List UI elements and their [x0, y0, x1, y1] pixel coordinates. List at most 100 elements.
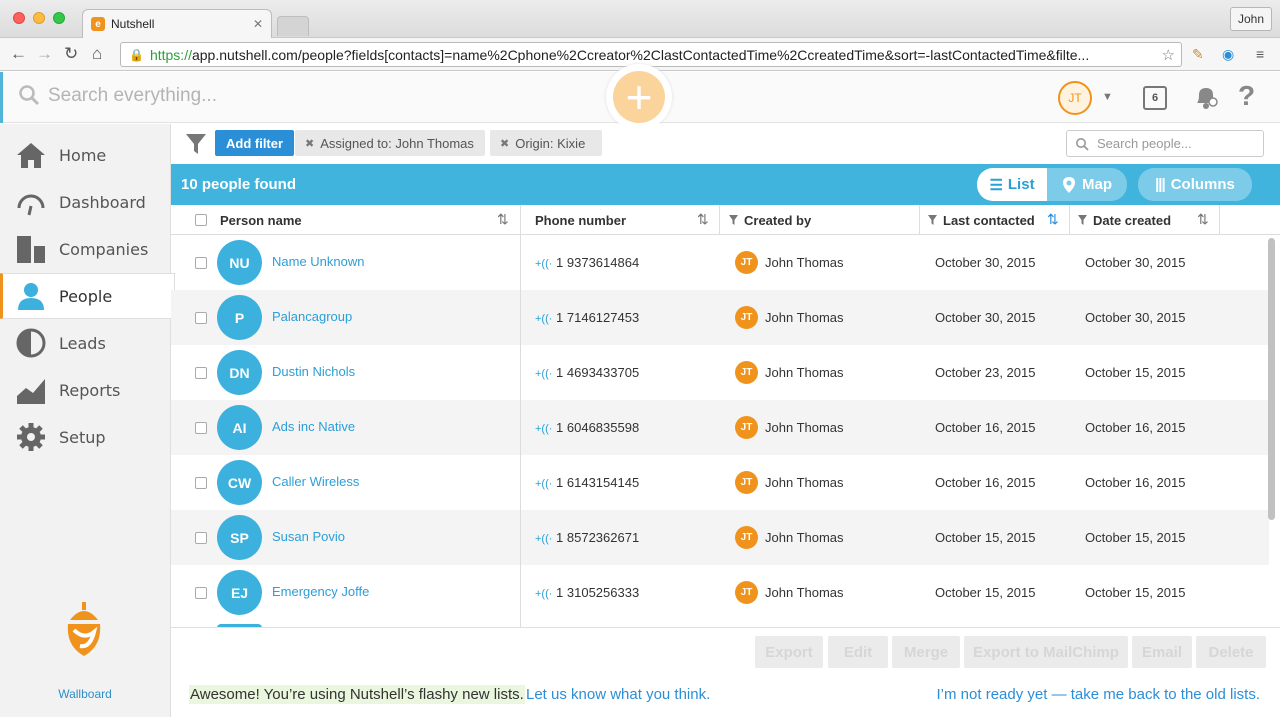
profile-button[interactable]: John — [1229, 7, 1272, 31]
sidebar-item-dashboard[interactable]: Dashboard — [0, 179, 175, 225]
export-mailchimp-button[interactable]: Export to MailChimp — [964, 636, 1128, 668]
kixie-call-icon[interactable]: +((· — [535, 423, 552, 435]
person-name-link[interactable]: Palancagroup — [272, 309, 352, 324]
sidebar-item-setup[interactable]: Setup — [0, 414, 175, 460]
phone-number[interactable]: +((· 1 9373614864 — [535, 255, 639, 270]
sort-icon[interactable]: ⇅ — [1197, 211, 1209, 228]
table-row[interactable]: NU Name Unknown +((· 1 9373614864 JT Joh… — [171, 235, 1269, 290]
row-checkbox[interactable] — [195, 532, 207, 544]
kixie-call-icon[interactable]: +((· — [535, 313, 552, 325]
row-checkbox[interactable] — [195, 367, 207, 379]
column-header-name[interactable]: Person name — [220, 205, 302, 235]
row-checkbox[interactable] — [195, 587, 207, 599]
row-checkbox[interactable] — [195, 477, 207, 489]
person-name-link[interactable]: Ads inc Native — [272, 419, 355, 434]
person-name-link[interactable]: Emergency Joffe — [272, 584, 369, 599]
phone-number[interactable]: +((· 1 6046835598 — [535, 420, 639, 435]
phone-number[interactable]: +((· 1 3105256333 — [535, 585, 639, 600]
old-lists-link[interactable]: I’m not ready yet — take me back to the … — [937, 686, 1260, 703]
bookmark-star-icon[interactable]: ☆ — [1162, 46, 1175, 64]
kixie-call-icon[interactable]: +((· — [535, 368, 552, 380]
sort-active-icon[interactable]: ⇅ — [1047, 211, 1059, 228]
row-checkbox[interactable] — [195, 422, 207, 434]
phone-number[interactable]: +((· 1 8572362671 — [535, 530, 639, 545]
user-avatar[interactable]: JT — [1058, 81, 1092, 115]
forward-icon[interactable]: → — [36, 44, 53, 64]
edit-button[interactable]: Edit — [828, 636, 888, 668]
person-avatar[interactable]: CW — [217, 460, 262, 505]
filter-icon[interactable] — [928, 215, 937, 225]
back-icon[interactable]: ← — [10, 44, 27, 64]
kixie-call-icon[interactable]: +((· — [535, 588, 552, 600]
minimize-window-button[interactable] — [33, 12, 45, 24]
search-everything-input[interactable]: Search everything... — [48, 85, 217, 107]
person-name-link[interactable]: Name Unknown — [272, 254, 365, 269]
select-all-checkbox[interactable] — [195, 205, 207, 235]
phone-number[interactable]: +((· 1 6143154145 — [535, 475, 639, 490]
delete-button[interactable]: Delete — [1196, 636, 1266, 668]
kixie-call-icon[interactable]: +((· — [535, 478, 552, 490]
person-avatar[interactable]: P — [217, 295, 262, 340]
remove-filter-icon[interactable]: ✖ — [500, 137, 509, 150]
notifications-icon[interactable] — [1193, 84, 1219, 110]
kixie-call-icon[interactable]: +((· — [535, 533, 552, 545]
phone-number[interactable]: +((· 1 7146127453 — [535, 310, 639, 325]
phone-number[interactable]: +((· 1 4693433705 — [535, 365, 639, 380]
table-row[interactable]: SP Susan Povio +((· 1 8572362671 JT John… — [171, 510, 1269, 565]
person-avatar[interactable]: NU — [217, 240, 262, 285]
person-avatar[interactable]: DN — [217, 350, 262, 395]
kixie-call-icon[interactable]: +((· — [535, 258, 552, 270]
wallboard-link[interactable]: Wallboard — [0, 687, 170, 701]
table-row[interactable]: CW Caller Wireless +((· 1 6143154145 JT … — [171, 455, 1269, 510]
view-map-button[interactable]: Map — [1047, 168, 1127, 201]
new-tab-button[interactable] — [277, 16, 309, 36]
column-header-creator[interactable]: Created by — [729, 205, 811, 235]
help-icon[interactable]: ? — [1238, 80, 1255, 112]
browser-tab[interactable]: e Nutshell ✕ — [82, 9, 272, 38]
column-header-last-contacted[interactable]: Last contacted — [928, 205, 1035, 235]
sort-icon[interactable]: ⇅ — [697, 211, 709, 228]
extension-icon[interactable]: ✎ — [1192, 46, 1204, 63]
filter-chip-assigned[interactable]: ✖ Assigned to: John Thomas — [295, 130, 485, 156]
close-window-button[interactable] — [13, 12, 25, 24]
menu-icon[interactable]: ≡ — [1256, 46, 1264, 62]
sort-icon[interactable]: ⇅ — [497, 211, 509, 228]
filter-icon[interactable] — [185, 132, 207, 156]
table-row[interactable]: P Palancagroup +((· 1 7146127453 JT John… — [171, 290, 1269, 345]
kixie-extension-icon[interactable]: ◉ — [1222, 46, 1234, 63]
sidebar-item-leads[interactable]: Leads — [0, 320, 175, 366]
column-header-phone[interactable]: Phone number — [535, 205, 626, 235]
row-checkbox[interactable] — [195, 257, 207, 269]
chevron-down-icon[interactable]: ▼ — [1102, 91, 1113, 103]
table-row[interactable]: EJ Emergency Joffe +((· 1 3105256333 JT … — [171, 565, 1269, 620]
remove-filter-icon[interactable]: ✖ — [305, 137, 314, 150]
view-list-button[interactable]: ☰ List — [977, 168, 1047, 201]
filter-icon[interactable] — [729, 215, 738, 225]
row-checkbox[interactable] — [195, 312, 207, 324]
person-name-link[interactable]: Susan Povio — [272, 529, 345, 544]
filter-icon[interactable] — [1078, 215, 1087, 225]
merge-button[interactable]: Merge — [892, 636, 960, 668]
person-name-link[interactable]: Dustin Nichols — [272, 364, 355, 379]
close-tab-icon[interactable]: ✕ — [253, 17, 263, 31]
maximize-window-button[interactable] — [53, 12, 65, 24]
person-avatar[interactable]: SP — [217, 515, 262, 560]
search-people-input[interactable]: Search people... — [1066, 130, 1264, 157]
reload-icon[interactable]: ↻ — [64, 44, 78, 64]
calendar-icon[interactable]: 6 — [1143, 86, 1167, 110]
column-header-date-created[interactable]: Date created — [1078, 205, 1171, 235]
sidebar-item-people[interactable]: People — [0, 273, 175, 319]
person-avatar[interactable]: EJ — [217, 570, 262, 615]
sidebar-item-home[interactable]: Home — [0, 132, 175, 178]
export-button[interactable]: Export — [755, 636, 823, 668]
person-avatar[interactable]: AI — [217, 405, 262, 450]
create-button[interactable]: + — [606, 64, 672, 130]
columns-button[interactable]: ||| Columns — [1138, 168, 1252, 201]
address-bar[interactable]: 🔒 https://app.nutshell.com/people?fields… — [120, 42, 1182, 67]
person-name-link[interactable]: Caller Wireless — [272, 474, 359, 489]
add-filter-button[interactable]: Add filter — [215, 130, 295, 156]
table-row[interactable]: DN Dustin Nichols +((· 1 4693433705 JT J… — [171, 345, 1269, 400]
table-row[interactable]: AI Ads inc Native +((· 1 6046835598 JT J… — [171, 400, 1269, 455]
sidebar-item-reports[interactable]: Reports — [0, 367, 175, 413]
filter-chip-origin[interactable]: ✖ Origin: Kixie — [490, 130, 602, 156]
